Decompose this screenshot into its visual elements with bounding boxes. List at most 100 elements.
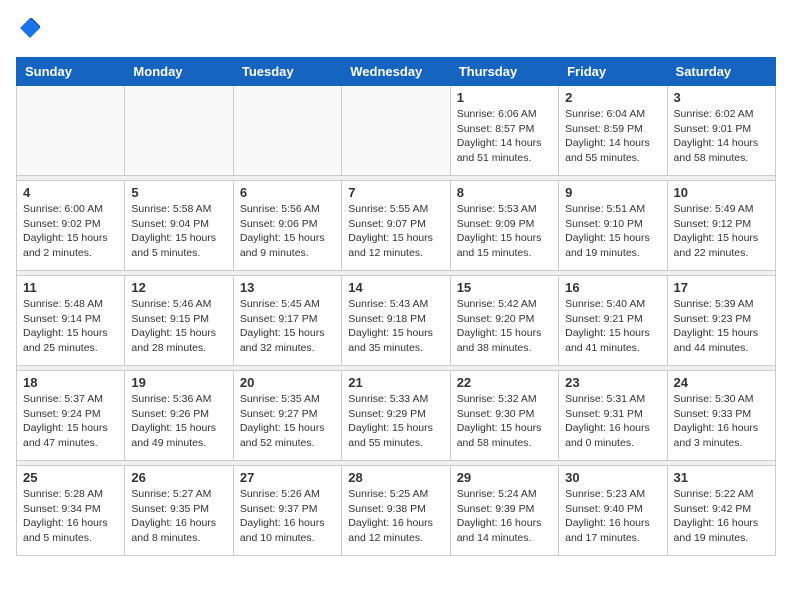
calendar-cell: 21 Sunrise: 5:33 AMSunset: 9:29 PMDayligh… [342,371,450,461]
day-number: 16 [565,280,660,295]
day-number: 1 [457,90,552,105]
day-info: Sunrise: 5:51 AMSunset: 9:10 PMDaylight:… [565,202,660,261]
day-info: Sunrise: 6:04 AMSunset: 8:59 PMDaylight:… [565,107,660,166]
day-info: Sunrise: 5:49 AMSunset: 9:12 PMDaylight:… [674,202,769,261]
calendar-cell: 12Sunrise: 5:46 AMSunset: 9:15 PMDayligh… [125,276,233,366]
day-info: Sunrise: 5:43 AMSunset: 9:18 PMDaylight:… [348,297,443,356]
calendar-cell: 19Sunrise: 5:36 AMSunset: 9:26 PMDayligh… [125,371,233,461]
day-info: Sunrise: 6:02 AMSunset: 9:01 PMDaylight:… [674,107,769,166]
day-number: 24 [674,375,769,390]
weekday-header-saturday: Saturday [667,58,775,86]
day-info: Sunrise: 5:28 AMSunset: 9:34 PMDaylight:… [23,487,118,546]
calendar-cell: 15Sunrise: 5:42 AMSunset: 9:20 PMDayligh… [450,276,558,366]
day-info: Sunrise: 5:55 AMSunset: 9:07 PMDaylight:… [348,202,443,261]
day-number: 9 [565,185,660,200]
page-header [16,16,776,45]
day-number: 4 [23,185,118,200]
day-number: 13 [240,280,335,295]
day-number: 31 [674,470,769,485]
day-number: 8 [457,185,552,200]
calendar-cell: 6Sunrise: 5:56 AMSunset: 9:06 PMDaylight… [233,181,341,271]
weekday-header-wednesday: Wednesday [342,58,450,86]
week-row-1: 1 Sunrise: 6:06 AMSunset: 8:57 PMDaylight… [17,86,776,176]
calendar-cell: 18 Sunrise: 5:37 AMSunset: 9:24 PMDayligh… [17,371,125,461]
day-number: 10 [674,185,769,200]
calendar-cell: 10 Sunrise: 5:49 AMSunset: 9:12 PMDayligh… [667,181,775,271]
calendar-cell [233,86,341,176]
day-number: 26 [131,470,226,485]
day-number: 18 [23,375,118,390]
calendar-cell: 3 Sunrise: 6:02 AMSunset: 9:01 PMDaylight… [667,86,775,176]
day-info: Sunrise: 5:37 AMSunset: 9:24 PMDaylight:… [23,392,118,451]
weekday-header-monday: Monday [125,58,233,86]
calendar-cell: 25Sunrise: 5:28 AMSunset: 9:34 PMDayligh… [17,466,125,556]
calendar-cell: 13Sunrise: 5:45 AMSunset: 9:17 PMDayligh… [233,276,341,366]
day-info: Sunrise: 5:35 AMSunset: 9:27 PMDaylight:… [240,392,335,451]
calendar-cell: 5 Sunrise: 5:58 AMSunset: 9:04 PMDaylight… [125,181,233,271]
calendar-cell: 23 Sunrise: 5:31 AMSunset: 9:31 PMDayligh… [559,371,667,461]
calendar-cell: 1 Sunrise: 6:06 AMSunset: 8:57 PMDaylight… [450,86,558,176]
day-info: Sunrise: 5:33 AMSunset: 9:29 PMDaylight:… [348,392,443,451]
day-info: Sunrise: 5:53 AMSunset: 9:09 PMDaylight:… [457,202,552,261]
day-info: Sunrise: 6:00 AMSunset: 9:02 PMDaylight:… [23,202,118,261]
calendar-cell: 2Sunrise: 6:04 AMSunset: 8:59 PMDaylight… [559,86,667,176]
calendar-cell: 29Sunrise: 5:24 AMSunset: 9:39 PMDayligh… [450,466,558,556]
day-number: 11 [23,280,118,295]
day-info: Sunrise: 5:22 AMSunset: 9:42 PMDaylight:… [674,487,769,546]
calendar-cell: 4 Sunrise: 6:00 AMSunset: 9:02 PMDaylight… [17,181,125,271]
calendar-cell: 27 Sunrise: 5:26 AMSunset: 9:37 PMDayligh… [233,466,341,556]
day-info: Sunrise: 5:25 AMSunset: 9:38 PMDaylight:… [348,487,443,546]
calendar-body: 1 Sunrise: 6:06 AMSunset: 8:57 PMDaylight… [17,86,776,556]
week-row-2: 4 Sunrise: 6:00 AMSunset: 9:02 PMDaylight… [17,181,776,271]
day-info: Sunrise: 5:39 AMSunset: 9:23 PMDaylight:… [674,297,769,356]
logo-icon [18,16,42,40]
weekday-header-tuesday: Tuesday [233,58,341,86]
day-number: 3 [674,90,769,105]
day-number: 27 [240,470,335,485]
calendar-cell: 14 Sunrise: 5:43 AMSunset: 9:18 PMDayligh… [342,276,450,366]
calendar-cell: 24 Sunrise: 5:30 AMSunset: 9:33 PMDayligh… [667,371,775,461]
logo [16,16,42,45]
day-number: 22 [457,375,552,390]
calendar-cell: 8 Sunrise: 5:53 AMSunset: 9:09 PMDaylight… [450,181,558,271]
day-info: Sunrise: 5:32 AMSunset: 9:30 PMDaylight:… [457,392,552,451]
day-info: Sunrise: 5:40 AMSunset: 9:21 PMDaylight:… [565,297,660,356]
day-number: 14 [348,280,443,295]
day-number: 30 [565,470,660,485]
week-row-5: 25Sunrise: 5:28 AMSunset: 9:34 PMDayligh… [17,466,776,556]
calendar-cell: 17 Sunrise: 5:39 AMSunset: 9:23 PMDayligh… [667,276,775,366]
day-number: 5 [131,185,226,200]
day-number: 29 [457,470,552,485]
day-number: 20 [240,375,335,390]
day-number: 23 [565,375,660,390]
day-info: Sunrise: 5:27 AMSunset: 9:35 PMDaylight:… [131,487,226,546]
week-row-3: 11 Sunrise: 5:48 AMSunset: 9:14 PMDayligh… [17,276,776,366]
day-number: 7 [348,185,443,200]
day-number: 28 [348,470,443,485]
day-info: Sunrise: 5:46 AMSunset: 9:15 PMDaylight:… [131,297,226,356]
calendar-cell: 20 Sunrise: 5:35 AMSunset: 9:27 PMDayligh… [233,371,341,461]
day-info: Sunrise: 5:23 AMSunset: 9:40 PMDaylight:… [565,487,660,546]
calendar-cell: 28 Sunrise: 5:25 AMSunset: 9:38 PMDayligh… [342,466,450,556]
day-number: 6 [240,185,335,200]
day-info: Sunrise: 5:31 AMSunset: 9:31 PMDaylight:… [565,392,660,451]
day-info: Sunrise: 5:42 AMSunset: 9:20 PMDaylight:… [457,297,552,356]
calendar-cell: 22 Sunrise: 5:32 AMSunset: 9:30 PMDayligh… [450,371,558,461]
day-info: Sunrise: 5:30 AMSunset: 9:33 PMDaylight:… [674,392,769,451]
weekday-header-sunday: Sunday [17,58,125,86]
weekday-header-thursday: Thursday [450,58,558,86]
calendar-cell: 30 Sunrise: 5:23 AMSunset: 9:40 PMDayligh… [559,466,667,556]
calendar-cell: 26 Sunrise: 5:27 AMSunset: 9:35 PMDayligh… [125,466,233,556]
day-info: Sunrise: 5:58 AMSunset: 9:04 PMDaylight:… [131,202,226,261]
calendar-cell [125,86,233,176]
week-row-4: 18 Sunrise: 5:37 AMSunset: 9:24 PMDayligh… [17,371,776,461]
day-number: 17 [674,280,769,295]
calendar-cell [17,86,125,176]
day-info: Sunrise: 5:26 AMSunset: 9:37 PMDaylight:… [240,487,335,546]
calendar-cell: 9 Sunrise: 5:51 AMSunset: 9:10 PMDaylight… [559,181,667,271]
day-info: Sunrise: 5:48 AMSunset: 9:14 PMDaylight:… [23,297,118,356]
calendar-cell: 31 Sunrise: 5:22 AMSunset: 9:42 PMDayligh… [667,466,775,556]
day-info: Sunrise: 6:06 AMSunset: 8:57 PMDaylight:… [457,107,552,166]
day-number: 21 [348,375,443,390]
calendar-cell: 16 Sunrise: 5:40 AMSunset: 9:21 PMDayligh… [559,276,667,366]
